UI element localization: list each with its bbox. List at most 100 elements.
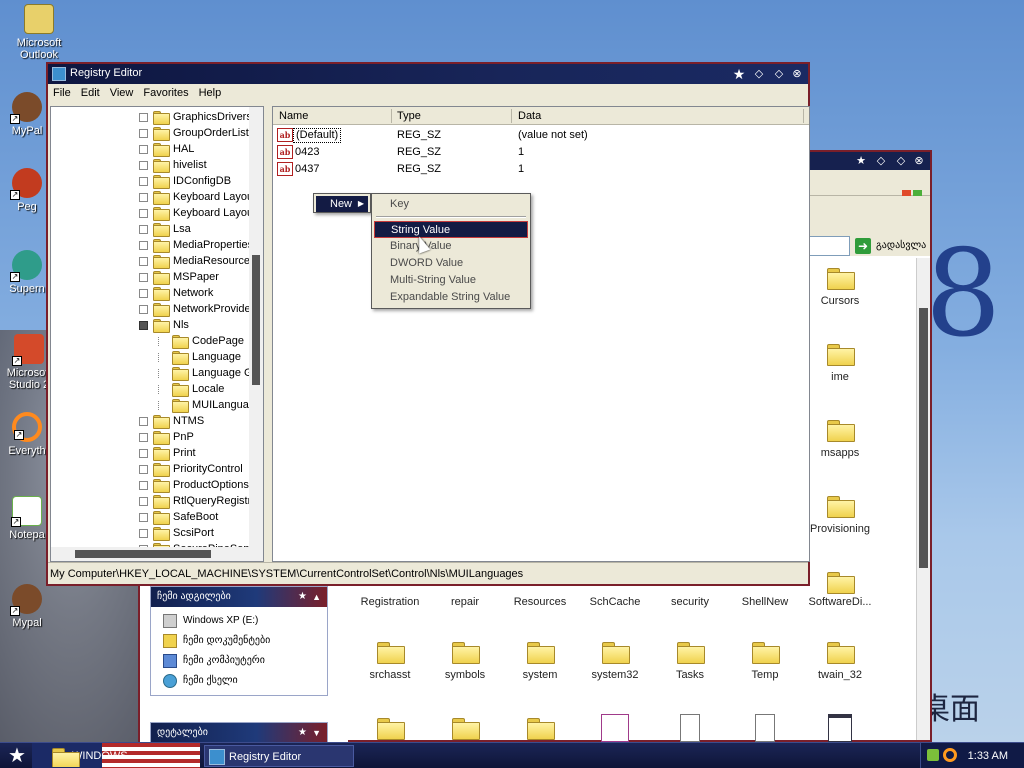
- taskbar-button-windows[interactable]: WINDOWS: [48, 745, 148, 767]
- tree-item[interactable]: MUILanguag: [51, 397, 255, 413]
- menu-help[interactable]: Help: [194, 84, 227, 102]
- collapse-toggle-icon[interactable]: [139, 321, 148, 330]
- tree-item[interactable]: ProductOptions: [51, 477, 251, 493]
- desktop-icon-mypal-2[interactable]: ↗ Mypal: [0, 584, 62, 629]
- place-link-network[interactable]: ჩემი ქსელი: [151, 671, 327, 691]
- tree-item[interactable]: Keyboard Layout: [51, 205, 256, 221]
- menu-file[interactable]: File: [48, 84, 76, 102]
- menu-view[interactable]: View: [105, 84, 139, 102]
- folder-item[interactable]: [352, 714, 428, 745]
- expand-toggle-icon[interactable]: [139, 145, 148, 154]
- folder-item[interactable]: [802, 568, 878, 599]
- star-icon[interactable]: ★: [732, 67, 746, 81]
- file-item[interactable]: [577, 714, 653, 745]
- details-header[interactable]: დეტალები ★ ▼: [151, 723, 327, 743]
- tree-item[interactable]: hivelist: [51, 157, 251, 173]
- tree-item[interactable]: PriorityControl: [51, 461, 251, 477]
- expand-toggle-icon[interactable]: [139, 209, 148, 218]
- close-icon[interactable]: ⊗: [790, 67, 804, 81]
- desktop-icon-outlook[interactable]: Microsoft Outlook: [4, 4, 74, 61]
- explorer-vertical-scrollbar[interactable]: [916, 258, 930, 740]
- place-link-computer[interactable]: ჩემი კომპიუტერი: [151, 651, 327, 671]
- close-icon[interactable]: ⊗: [912, 154, 926, 168]
- folder-item[interactable]: Registration: [352, 596, 428, 608]
- expand-toggle-icon[interactable]: [139, 449, 148, 458]
- expand-toggle-icon[interactable]: [139, 289, 148, 298]
- taskbar-button-registry-editor[interactable]: Registry Editor: [204, 745, 354, 767]
- start-button[interactable]: ★: [4, 744, 30, 768]
- go-button[interactable]: ➜ გადასვლა: [852, 236, 928, 256]
- expand-toggle-icon[interactable]: [139, 513, 148, 522]
- tree-item[interactable]: MediaProperties: [51, 237, 253, 253]
- tree-item[interactable]: ScsiPort: [51, 525, 251, 541]
- tree-item[interactable]: GraphicsDrivers: [51, 109, 252, 125]
- menu-item-string-value[interactable]: String Value: [374, 221, 528, 238]
- folder-item[interactable]: Tasks: [652, 638, 728, 681]
- regedit-titlebar[interactable]: Registry Editor ★ ◇ ◇ ⊗: [48, 64, 808, 84]
- expand-toggle-icon[interactable]: [139, 305, 148, 314]
- expand-toggle-icon[interactable]: [139, 113, 148, 122]
- tree-horizontal-scrollbar[interactable]: [51, 547, 263, 561]
- folder-item[interactable]: security: [652, 596, 728, 608]
- folder-item[interactable]: system: [502, 638, 578, 681]
- tree-item[interactable]: NTMS: [51, 413, 251, 429]
- value-row[interactable]: ab 0423 REG_SZ 1: [273, 144, 809, 161]
- folder-item[interactable]: Provisioning: [802, 492, 878, 535]
- folder-item[interactable]: [502, 714, 578, 745]
- minimize-icon[interactable]: ◇: [874, 154, 888, 168]
- tree-item[interactable]: Nls: [51, 317, 251, 333]
- expand-toggle-icon[interactable]: [139, 129, 148, 138]
- folder-item[interactable]: system32: [577, 638, 653, 681]
- registry-value-list[interactable]: Name Type Data ab (Default) REG_SZ (valu…: [272, 106, 810, 562]
- tree-item[interactable]: Locale: [51, 381, 251, 397]
- minimize-icon[interactable]: ◇: [752, 67, 766, 81]
- tree-item[interactable]: MSPaper: [51, 269, 251, 285]
- expand-toggle-icon[interactable]: [139, 497, 148, 506]
- folder-item[interactable]: SoftwareDi...: [802, 596, 878, 608]
- expand-toggle-icon[interactable]: [139, 193, 148, 202]
- registry-key-tree[interactable]: GraphicsDrivers GroupOrderList HAL hivelist…: [50, 106, 264, 562]
- tree-item[interactable]: Lsa: [51, 221, 251, 237]
- folder-item[interactable]: Cursors: [802, 264, 878, 307]
- tree-item[interactable]: PnP: [51, 429, 251, 445]
- expand-toggle-icon[interactable]: [139, 257, 148, 266]
- star-icon[interactable]: ★: [854, 154, 868, 168]
- maximize-icon[interactable]: ◇: [772, 67, 786, 81]
- tree-item[interactable]: Language Gr: [51, 365, 256, 381]
- expand-toggle-icon[interactable]: [139, 529, 148, 538]
- tree-item[interactable]: Print: [51, 445, 251, 461]
- menu-favorites[interactable]: Favorites: [138, 84, 193, 102]
- folder-item[interactable]: twain_32: [802, 638, 878, 681]
- scrollbar-thumb[interactable]: [252, 255, 260, 385]
- tree-item[interactable]: Network: [51, 285, 251, 301]
- scrollbar-thumb[interactable]: [75, 550, 211, 558]
- menu-item-expandable-string-value[interactable]: Expandable String Value: [374, 289, 528, 306]
- expand-toggle-icon[interactable]: [139, 433, 148, 442]
- tree-item[interactable]: GroupOrderList: [51, 125, 251, 141]
- tree-vertical-scrollbar[interactable]: [249, 107, 263, 547]
- folder-item[interactable]: repair: [427, 596, 503, 608]
- folder-item[interactable]: Temp: [727, 638, 803, 681]
- folder-item[interactable]: SchCache: [577, 596, 653, 608]
- expand-toggle-icon[interactable]: [139, 481, 148, 490]
- expand-toggle-icon[interactable]: [139, 465, 148, 474]
- menu-edit[interactable]: Edit: [76, 84, 105, 102]
- registry-editor-window[interactable]: Registry Editor ★ ◇ ◇ ⊗ File Edit View Favo…: [46, 62, 810, 586]
- expand-toggle-icon[interactable]: [139, 161, 148, 170]
- folder-item[interactable]: symbols: [427, 638, 503, 681]
- tree-item[interactable]: NetworkProvider: [51, 301, 254, 317]
- menu-item-binary-value[interactable]: Binary Value: [374, 238, 528, 255]
- expand-toggle-icon[interactable]: [139, 273, 148, 282]
- place-link-documents[interactable]: ჩემი დოკუმენტები: [151, 631, 327, 651]
- file-item[interactable]: [802, 714, 878, 745]
- clock[interactable]: 1:33 AM: [968, 743, 1008, 768]
- column-header-type[interactable]: Type: [397, 110, 421, 122]
- other-places-header[interactable]: ჩემი ადგილები ★ ▲: [151, 587, 327, 607]
- column-header-data[interactable]: Data: [518, 110, 541, 122]
- column-header-name[interactable]: Name: [279, 110, 308, 122]
- expand-toggle-icon[interactable]: [139, 241, 148, 250]
- tree-item[interactable]: MediaResources: [51, 253, 256, 269]
- tray-network-icon[interactable]: [927, 749, 939, 761]
- tree-item[interactable]: IDConfigDB: [51, 173, 251, 189]
- tree-item[interactable]: Keyboard Layout: [51, 189, 256, 205]
